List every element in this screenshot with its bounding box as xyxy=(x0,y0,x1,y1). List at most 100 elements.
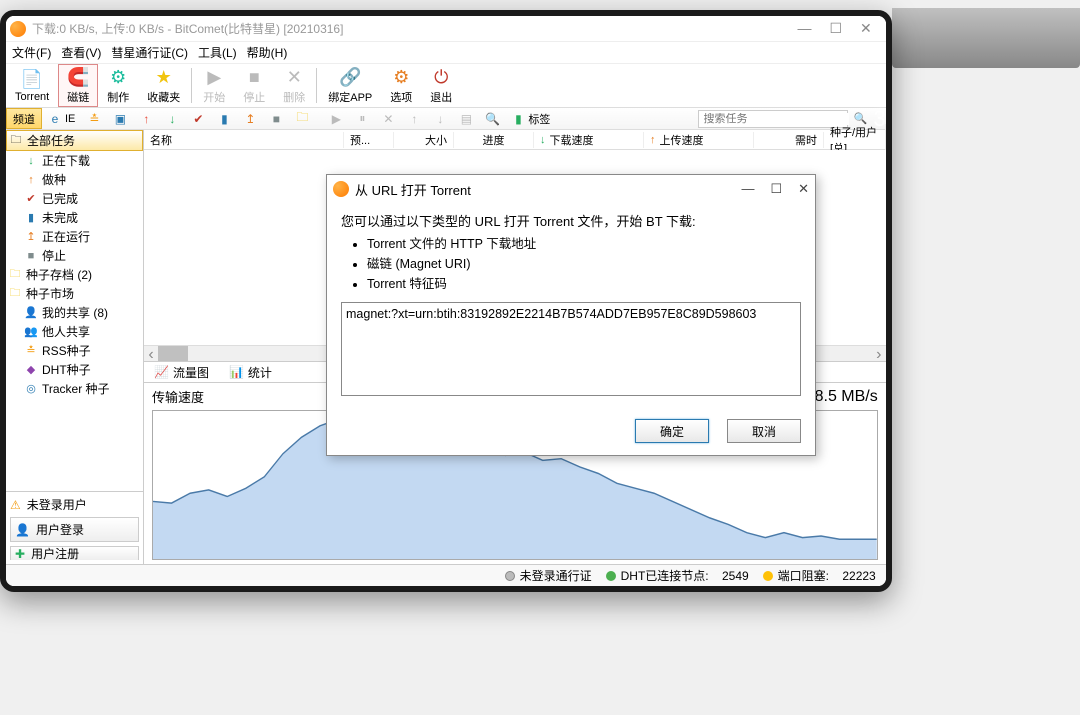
tag-dropdown[interactable]: ▮标签 xyxy=(505,108,556,129)
status-bar: 未登录通行证 DHT已连接节点: 2549 端口阻塞: 22223 xyxy=(6,564,886,586)
rss-icon: ≛ xyxy=(87,112,101,126)
window-titlebar: 下载:0 KB/s, 上传:0 KB/s - BitComet(比特彗星) [2… xyxy=(6,16,886,42)
dialog-minimize-button[interactable]: — xyxy=(741,181,754,197)
status-port[interactable]: 端口阻塞: 22223 xyxy=(763,567,876,584)
tree-tracker[interactable]: ◎Tracker 种子 xyxy=(6,379,143,398)
toolbar-magnet-button[interactable]: 🧲磁链 xyxy=(58,64,98,107)
btn-down2[interactable]: ↓ xyxy=(427,108,453,129)
tab-flowchart[interactable]: 📈流量图 xyxy=(144,362,219,383)
toolbar-make-button[interactable]: ⚙制作 xyxy=(98,64,138,107)
tree-downloading-label: 正在下载 xyxy=(42,152,90,169)
tree-all-tasks[interactable]: 🗀全部任务 xyxy=(6,130,143,151)
tree-archive-label: 种子存档 (2) xyxy=(26,266,92,283)
btn-stop2[interactable]: ■ xyxy=(263,108,289,129)
star-icon: ★ xyxy=(153,67,175,88)
window-maximize-button[interactable]: ☐ xyxy=(829,20,842,37)
col-ulspeed[interactable]: ↑上传速度 xyxy=(644,132,754,148)
dialog-url-input[interactable] xyxy=(341,302,801,396)
tab-ie[interactable]: eIE xyxy=(42,108,81,129)
toolbar-bindapp-button[interactable]: 🔗绑定APP xyxy=(319,64,381,107)
dialog-maximize-button[interactable]: ☐ xyxy=(770,181,782,197)
toolbar-make-label: 制作 xyxy=(107,89,129,105)
col-name[interactable]: 名称 xyxy=(144,132,344,148)
dialog-titlebar: 从 URL 打开 Torrent — ☐ ✕ xyxy=(327,175,815,203)
browser-icon: ▣ xyxy=(113,112,127,126)
btn-blue[interactable]: ▮ xyxy=(211,108,237,129)
pause-small-icon: ⏸ xyxy=(355,112,369,126)
tab-channel[interactable]: 频道 xyxy=(6,108,42,129)
dialog-close-button[interactable]: ✕ xyxy=(798,181,809,197)
menu-file[interactable]: 文件(F) xyxy=(12,44,51,61)
warning-icon: ⚠ xyxy=(10,498,21,512)
btn-up[interactable]: ↑ xyxy=(133,108,159,129)
window-close-button[interactable]: ✕ xyxy=(860,20,872,37)
login-button[interactable]: 👤用户登录 xyxy=(10,517,139,542)
dot-grey-icon xyxy=(505,571,515,581)
btn-down[interactable]: ↓ xyxy=(159,108,185,129)
col-size[interactable]: 大小 xyxy=(394,132,454,148)
toolbar-exit-button[interactable]: ⏻退出 xyxy=(421,64,461,107)
btn-view[interactable]: ▤ xyxy=(453,108,479,129)
tree-othershare[interactable]: 👥他人共享 xyxy=(6,322,143,341)
stop-small-icon: ■ xyxy=(269,112,283,126)
btn-up2[interactable]: ↑ xyxy=(401,108,427,129)
col-progress[interactable]: 进度 xyxy=(454,132,534,148)
toolbar-delete-button[interactable]: ✕删除 xyxy=(274,64,314,107)
tree-dht-label: DHT种子 xyxy=(42,361,91,378)
tree-stopped[interactable]: ■停止 xyxy=(6,246,143,265)
tree-downloading[interactable]: ↓正在下载 xyxy=(6,151,143,170)
tree-othershare-label: 他人共享 xyxy=(42,323,90,340)
btn-pause-sm[interactable]: ⏸ xyxy=(349,108,375,129)
tree-market[interactable]: 🗀种子市场 xyxy=(6,284,143,303)
menu-passport[interactable]: 彗星通行证(C) xyxy=(111,44,188,61)
tab-channel-label: 频道 xyxy=(13,111,35,127)
tree-myshare[interactable]: 👤我的共享 (8) xyxy=(6,303,143,322)
tab-stats[interactable]: 📊统计 xyxy=(219,362,282,383)
tab-rss[interactable]: ≛ xyxy=(81,108,107,129)
tree-rss[interactable]: ≛RSS种子 xyxy=(6,341,143,360)
status-dht[interactable]: DHT已连接节点: 2549 xyxy=(606,567,749,584)
menu-view[interactable]: 查看(V) xyxy=(61,44,101,61)
btn-play-sm[interactable]: ▶ xyxy=(323,108,349,129)
window-minimize-button[interactable]: — xyxy=(797,20,811,37)
btn-outbox[interactable]: ↥ xyxy=(237,108,263,129)
col-eta[interactable]: 需时 xyxy=(754,132,824,148)
tree-running[interactable]: ↥正在运行 xyxy=(6,227,143,246)
user-add-icon: ✚ xyxy=(15,547,25,561)
dialog-cancel-button[interactable]: 取消 xyxy=(727,419,801,443)
tab-ie-label: IE xyxy=(65,113,75,125)
move-up-icon: ↑ xyxy=(407,112,421,126)
menu-tools[interactable]: 工具(L) xyxy=(198,44,237,61)
btn-search-sm[interactable]: 🔍 xyxy=(479,108,505,129)
tree-incomplete[interactable]: ▮未完成 xyxy=(6,208,143,227)
tree-stopped-label: 停止 xyxy=(42,247,66,264)
tree-running-label: 正在运行 xyxy=(42,228,90,245)
toolbar-options-button[interactable]: ⚙选项 xyxy=(381,64,421,107)
tree-dht[interactable]: ◆DHT种子 xyxy=(6,360,143,379)
check-icon: ✔ xyxy=(191,112,205,126)
toolbar-start-button[interactable]: ▶开始 xyxy=(194,64,234,107)
stats-icon: 📊 xyxy=(229,365,244,379)
share-icon: 👤 xyxy=(24,306,38,320)
menu-help[interactable]: 帮助(H) xyxy=(247,44,288,61)
play-icon: ▶ xyxy=(203,67,225,88)
toolbar-torrent-button[interactable]: 📄Torrent xyxy=(6,64,58,107)
tree-completed[interactable]: ✔已完成 xyxy=(6,189,143,208)
col-dlspeed[interactable]: ↓下载速度 xyxy=(534,132,644,148)
btn-nav[interactable]: ▣ xyxy=(107,108,133,129)
dialog-ok-button[interactable]: 确定 xyxy=(635,419,709,443)
speed-title: 传输速度 xyxy=(152,387,204,406)
col-preview[interactable]: 预... xyxy=(344,132,394,148)
status-passport[interactable]: 未登录通行证 xyxy=(505,567,592,584)
toolbar-exit-label: 退出 xyxy=(430,89,452,105)
outbox-icon: ↥ xyxy=(243,112,257,126)
toolbar-stop-button[interactable]: ■停止 xyxy=(234,64,274,107)
btn-check[interactable]: ✔ xyxy=(185,108,211,129)
tree-seeding[interactable]: ↑做种 xyxy=(6,170,143,189)
toolbar-favorites-button[interactable]: ★收藏夹 xyxy=(138,64,189,107)
btn-del-sm[interactable]: ✕ xyxy=(375,108,401,129)
tree-archive[interactable]: 🗀种子存档 (2) xyxy=(6,265,143,284)
folder-icon: 🗀 xyxy=(295,112,309,126)
btn-folder[interactable]: 🗀 xyxy=(289,108,315,129)
register-button[interactable]: ✚用户注册 xyxy=(10,546,139,560)
